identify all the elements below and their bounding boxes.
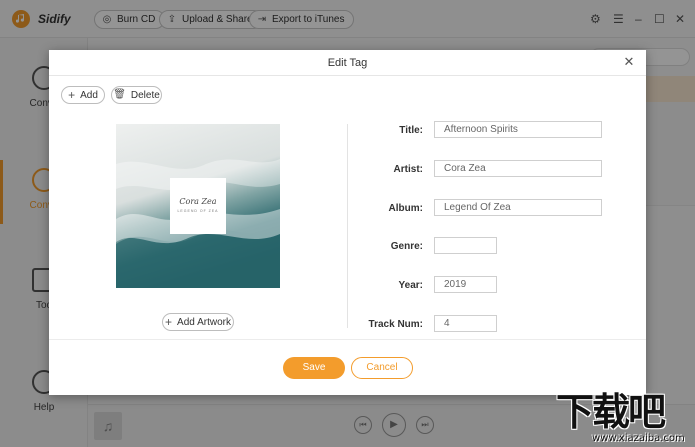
- delete-label: Delete: [130, 89, 160, 101]
- plus-icon: +: [165, 315, 173, 329]
- divider: [347, 124, 348, 328]
- add-button[interactable]: + Add: [61, 86, 105, 104]
- site-watermark: 下载吧 www.xiazaiba.com: [556, 390, 690, 444]
- plus-icon: +: [68, 88, 76, 102]
- track-num-label: Track Num:: [368, 319, 423, 330]
- add-artwork-button[interactable]: + Add Artwork: [162, 313, 234, 331]
- genre-field[interactable]: [434, 237, 497, 254]
- watermark-logo: 下载吧: [556, 390, 666, 434]
- track-num-field[interactable]: 4: [434, 315, 497, 332]
- cover-title: Cora Zea: [179, 197, 217, 206]
- dialog-title: Edit Tag: [327, 57, 368, 69]
- add-artwork-label: Add Artwork: [177, 316, 231, 328]
- title-field[interactable]: Afternoon Spirits: [434, 121, 602, 138]
- cancel-button[interactable]: Cancel: [351, 357, 413, 379]
- artist-label: Artist:: [393, 164, 423, 175]
- cover-title-card: Cora Zea LEGEND OF ZEA: [170, 178, 226, 234]
- year-field[interactable]: 2019: [434, 276, 497, 293]
- save-button[interactable]: Save: [283, 357, 345, 379]
- year-label: Year:: [398, 280, 423, 291]
- album-field[interactable]: Legend Of Zea: [434, 199, 602, 216]
- add-label: Add: [80, 89, 98, 101]
- artist-field[interactable]: Cora Zea: [434, 160, 602, 177]
- album-artwork: Cora Zea LEGEND OF ZEA: [116, 124, 280, 288]
- watermark-url: www.xiazaiba.com: [592, 433, 685, 444]
- dialog-header: Edit Tag ✕: [49, 50, 646, 76]
- cover-subtitle: LEGEND OF ZEA: [177, 209, 219, 213]
- close-icon[interactable]: ✕: [622, 55, 636, 69]
- title-label: Title:: [399, 125, 423, 136]
- edit-tag-dialog: Edit Tag ✕ + Add 🗑 Delete Cora Zea LEGEN…: [49, 50, 646, 395]
- trash-icon: 🗑: [113, 89, 126, 100]
- album-label: Album:: [388, 203, 423, 214]
- delete-button[interactable]: 🗑 Delete: [111, 86, 162, 104]
- dialog-footer: Save Cancel: [49, 339, 646, 395]
- genre-label: Genre:: [390, 241, 423, 252]
